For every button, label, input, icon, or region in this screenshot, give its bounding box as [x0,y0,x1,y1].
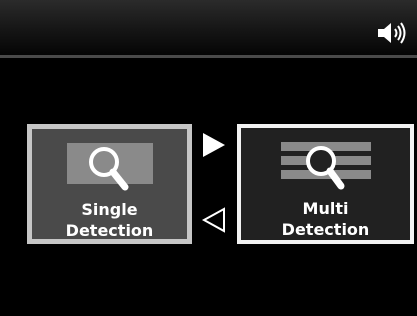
multi-line-magnifier-icon [280,142,371,190]
single-label-line1: Single [81,200,138,219]
right-arrow-filled-icon[interactable] [201,131,227,159]
multi-label-line2: Detection [281,220,370,239]
single-detection-label: Single Detection [32,199,187,241]
multi-detection-button[interactable]: Multi Detection [237,124,414,244]
speaker-volume-icon[interactable] [377,22,407,44]
magnifier-icon [66,143,153,191]
top-status-bar [0,0,417,58]
single-detection-button[interactable]: Single Detection [27,124,192,244]
left-arrow-outline-icon[interactable] [201,206,227,234]
multi-detection-label: Multi Detection [241,198,410,240]
single-label-line2: Detection [65,221,154,240]
multi-label-line1: Multi [302,199,349,218]
